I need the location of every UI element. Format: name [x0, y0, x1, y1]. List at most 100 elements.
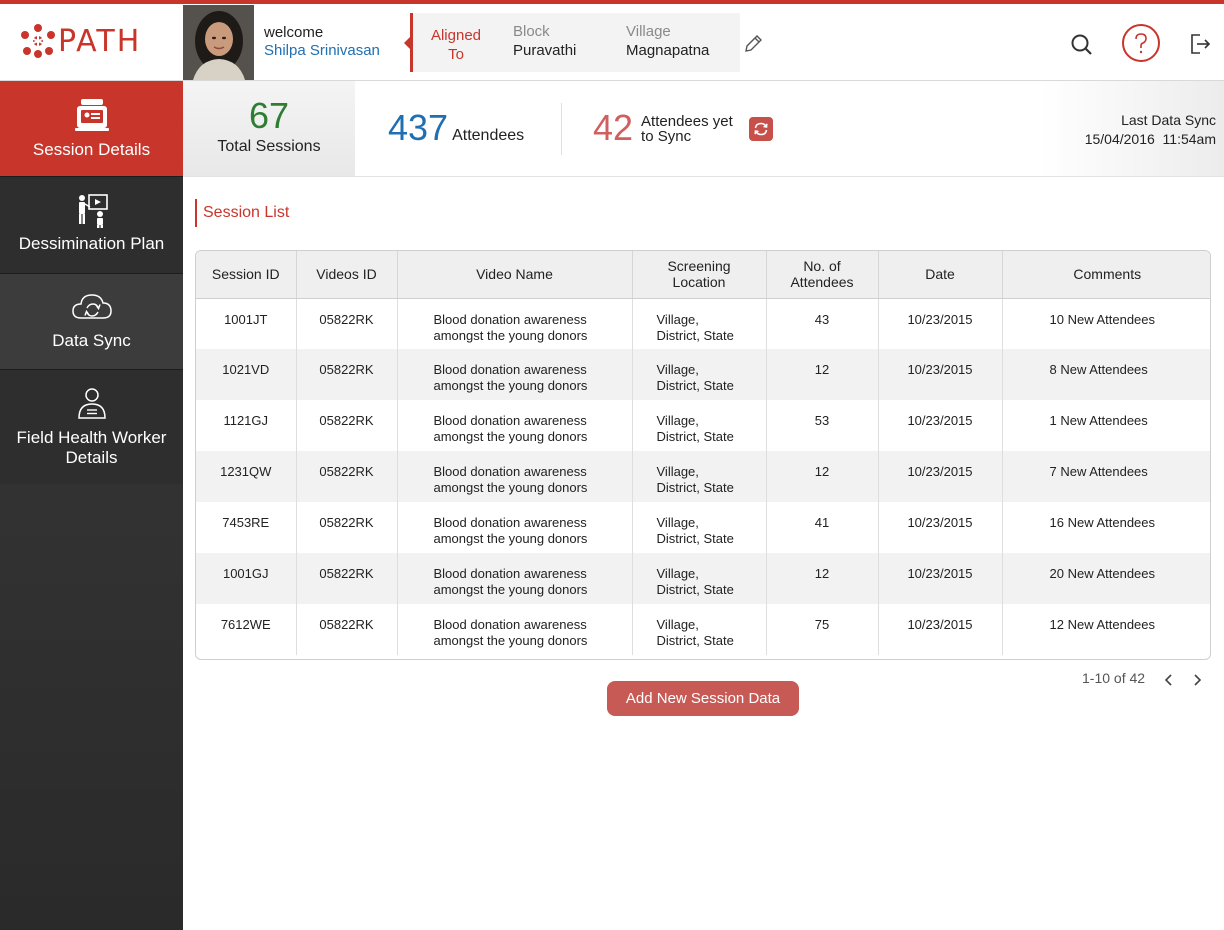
- cell-comments: 1 New Attendees: [1002, 400, 1210, 451]
- cell-date-text: 10/23/2015: [907, 566, 973, 581]
- cell-comments-text: 10 New Attendees: [1049, 311, 1156, 327]
- user-photo: [183, 5, 254, 80]
- cell-date-text: 10/23/2015: [907, 413, 973, 428]
- next-page-button[interactable]: [1188, 670, 1206, 690]
- cell-date: 10/23/2015: [878, 502, 1003, 553]
- cell-comments-text: 12 New Attendees: [1049, 617, 1156, 632]
- refresh-icon: [754, 122, 768, 136]
- cell-screening-location-text: District, State: [656, 531, 734, 546]
- cell-screening-location: Village, District, State: [632, 604, 767, 655]
- total-sessions-label: Total Sessions: [217, 138, 321, 155]
- session-list-title: Session List: [195, 199, 289, 227]
- sidebar-item-data-sync[interactable]: Data Sync: [0, 274, 183, 369]
- total-sessions-stat: 67 Total Sessions: [183, 81, 355, 176]
- column-header-text: Attendees: [790, 274, 854, 291]
- session-table-grid: Session ID Videos ID Video Name Screening Lo…: [196, 251, 1210, 655]
- cell-session-id: 1001GJ: [196, 553, 297, 604]
- stats-bar: 67 Total Sessions 437 Attendees 42 Atten…: [183, 81, 1224, 177]
- column-header-text: Video Name: [476, 266, 553, 283]
- cell-screening-location-text: District, State: [656, 327, 734, 343]
- cell-session-id-text: 1021VD: [222, 362, 270, 377]
- total-sessions-count: 67: [248, 95, 290, 136]
- cell-screening-location: Village, District, State: [632, 451, 767, 502]
- cell-video-id-text: 05822RK: [319, 617, 374, 632]
- cell-video-id-text: 05822RK: [319, 362, 374, 377]
- cell-screening-location: Village, District, State: [632, 400, 767, 451]
- cell-comments: 7 New Attendees: [1002, 451, 1210, 502]
- column-header: Comments: [1002, 251, 1210, 299]
- cell-screening-location-text: District, State: [656, 633, 734, 648]
- cell-session-id-text: 1001JT: [224, 311, 268, 327]
- user-name[interactable]: Shilpa Srinivasan: [264, 42, 380, 59]
- cell-video-name-text: Blood donation awareness: [433, 566, 587, 581]
- cell-video-id: 05822RK: [296, 400, 398, 451]
- sidebar-item-dessimination-plan[interactable]: Dessimination Plan: [0, 177, 183, 273]
- column-header: No. of Attendees: [766, 251, 879, 299]
- cell-screening-location-text: Village,: [656, 362, 699, 377]
- add-new-session-button[interactable]: Add New Session Data: [607, 681, 799, 716]
- table-row[interactable]: 1121GJ 05822RK Blood donation awareness amo…: [196, 400, 1210, 451]
- cell-date-text: 10/23/2015: [907, 617, 973, 632]
- cell-video-name-text: Blood donation awareness: [433, 464, 587, 479]
- sidebar-item-field-health-worker-details[interactable]: Field Health Worker Details: [0, 370, 183, 484]
- cell-comments: 8 New Attendees: [1002, 349, 1210, 400]
- table-row[interactable]: 1021VD 05822RK Blood donation awareness amo…: [196, 349, 1210, 400]
- cell-screening-location-text: District, State: [656, 378, 734, 393]
- sidebar-item-session-details[interactable]: Session Details: [0, 81, 183, 176]
- avatar[interactable]: [183, 5, 254, 80]
- yet-to-sync-stat: 42 Attendees yet to Sync: [593, 109, 733, 147]
- cell-screening-location: Village, District, State: [632, 502, 767, 553]
- header: PATH welcome Shilpa Srinivasan Aligned T…: [0, 4, 1224, 81]
- previous-page-button[interactable]: [1160, 670, 1178, 690]
- path-logo[interactable]: PATH: [20, 20, 141, 62]
- path-logo-icon: [21, 24, 55, 58]
- cell-comments: 12 New Attendees: [1002, 604, 1210, 655]
- cell-video-name-text: amongst the young donors: [433, 429, 588, 444]
- cell-video-name: Blood donation awareness amongst the youn…: [397, 604, 633, 655]
- cell-date: 10/23/2015: [878, 349, 1003, 400]
- edit-alignment-button[interactable]: [741, 32, 765, 56]
- cell-attendees-text: 12: [814, 464, 830, 479]
- table-row[interactable]: 1001GJ 05822RK Blood donation awareness amo…: [196, 553, 1210, 604]
- pagination-text: 1-10 of 42: [1082, 670, 1146, 686]
- last-sync-label: Last Data Sync: [1121, 112, 1216, 128]
- table-row[interactable]: 1001JT 05822RK Blood donation awareness amo…: [196, 298, 1210, 349]
- column-header-text: Comments: [1073, 266, 1142, 283]
- cell-video-name-text: Blood donation awareness: [433, 311, 587, 327]
- last-sync-value: 15/04/2016 11:54am: [1084, 131, 1216, 147]
- search-button[interactable]: [1069, 32, 1095, 58]
- cell-video-name: Blood donation awareness amongst the youn…: [397, 502, 633, 553]
- logout-button[interactable]: [1187, 31, 1213, 57]
- worker-icon: [77, 388, 106, 419]
- table-row[interactable]: 7612WE 05822RK Blood donation awareness amo…: [196, 604, 1210, 655]
- village-field: Village Magnapatna: [626, 23, 709, 59]
- table-row[interactable]: 7453RE 05822RK Blood donation awareness amo…: [196, 502, 1210, 553]
- help-button[interactable]: [1122, 24, 1160, 62]
- cell-video-name: Blood donation awareness amongst the youn…: [397, 400, 633, 451]
- cell-session-id: 7453RE: [196, 502, 297, 553]
- cell-date: 10/23/2015: [878, 298, 1003, 349]
- cell-attendees-text: 53: [814, 413, 830, 428]
- village-label: Village: [626, 23, 671, 40]
- cell-screening-location: Village, District, State: [632, 349, 767, 400]
- cell-video-name-text: amongst the young donors: [433, 531, 588, 546]
- table-row[interactable]: 1231QW 05822RK Blood donation awareness amo…: [196, 451, 1210, 502]
- welcome-block: welcome Shilpa Srinivasan: [264, 24, 380, 59]
- cell-attendees-text: 12: [814, 362, 830, 377]
- cell-screening-location-text: District, State: [656, 429, 734, 444]
- cell-date-text: 10/23/2015: [907, 362, 973, 377]
- cell-video-id: 05822RK: [296, 451, 398, 502]
- cell-screening-location: Village, District, State: [632, 553, 767, 604]
- cell-video-name-text: Blood donation awareness: [433, 515, 587, 530]
- cell-video-name: Blood donation awareness amongst the youn…: [397, 298, 633, 349]
- cell-attendees: 12: [766, 451, 879, 502]
- cell-screening-location-text: Village,: [656, 566, 699, 581]
- divider: [561, 103, 562, 155]
- cell-date: 10/23/2015: [878, 604, 1003, 655]
- column-header: Screening Location: [632, 251, 767, 299]
- column-header: Session ID: [196, 251, 297, 299]
- column-header: Video Name: [397, 251, 633, 299]
- cell-video-id-text: 05822RK: [319, 413, 374, 428]
- sync-now-button[interactable]: [749, 117, 773, 141]
- cell-video-name-text: amongst the young donors: [433, 378, 588, 393]
